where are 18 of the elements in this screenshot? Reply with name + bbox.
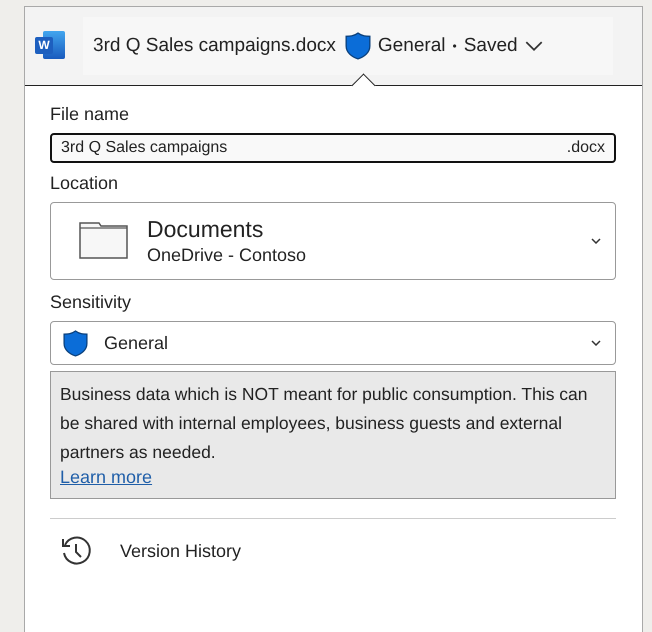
history-icon	[60, 535, 92, 567]
file-name-label: File name	[50, 104, 130, 125]
sensitivity-description: Business data which is NOT meant for public consumption. This can be shared with internal employees, business guests and external partners as needed.	[60, 383, 589, 464]
shield-icon	[344, 32, 371, 60]
location-dropdown[interactable]: Documents OneDrive - Contoso	[50, 202, 616, 280]
app-letter: W	[35, 37, 53, 54]
file-name-field[interactable]: 3rd Q Sales campaigns .docx	[50, 133, 616, 163]
sensitivity-label: Sensitivity	[50, 292, 132, 313]
chevron-down-icon	[524, 40, 543, 52]
chevron-down-icon	[591, 340, 601, 346]
learn-more-link[interactable]: Learn more	[60, 467, 152, 487]
chevron-down-icon	[591, 238, 601, 244]
shield-icon	[63, 330, 88, 356]
folder-icon	[79, 222, 129, 260]
sensitivity-dropdown[interactable]: General	[50, 321, 616, 365]
version-history-item[interactable]: Version History	[50, 519, 616, 583]
document-title-button[interactable]: 3rd Q Sales campaigns.docx General • Saved	[83, 17, 613, 75]
location-label: Location	[50, 173, 120, 194]
